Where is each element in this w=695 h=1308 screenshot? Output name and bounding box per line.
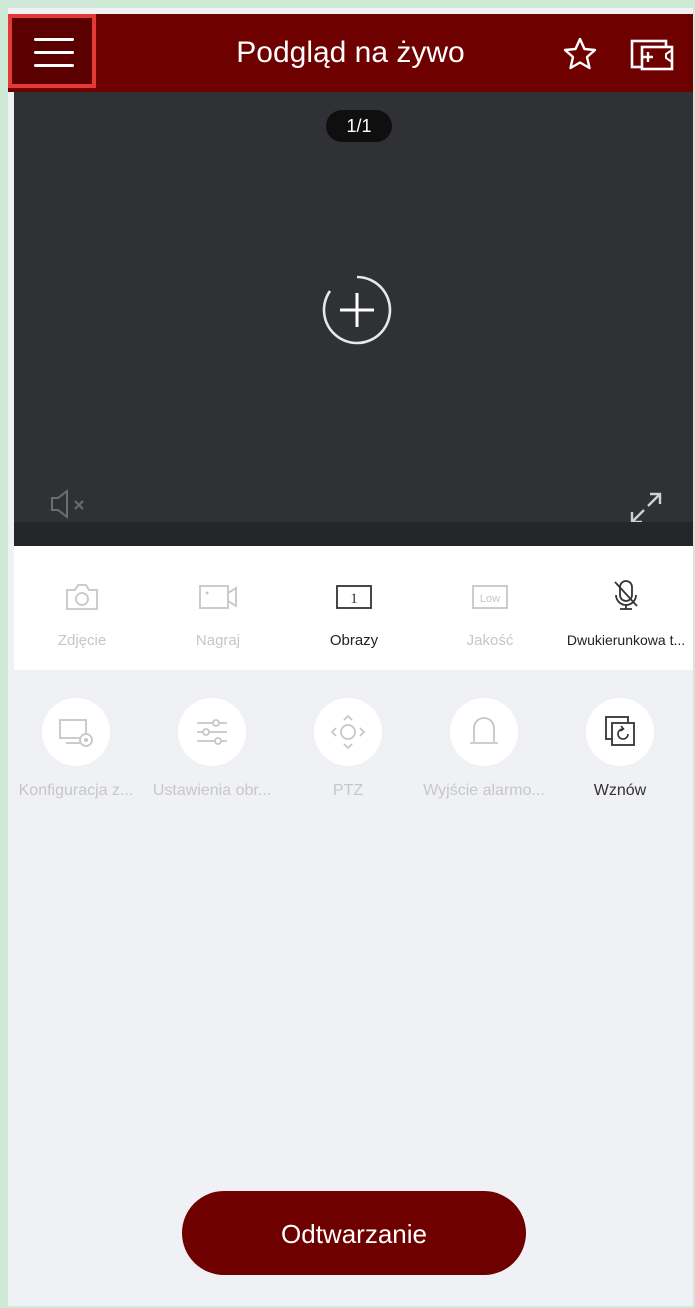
ptz-label: PTZ [332,782,364,799]
ptz-button[interactable]: PTZ [280,698,416,808]
live-video-pane[interactable]: 1/1 [14,92,693,524]
record-button[interactable]: Nagraj [150,546,286,670]
svg-text:1: 1 [350,591,358,607]
video-bottom-bar [14,522,693,546]
page-title: Podgląd na żywo [236,36,465,69]
two-way-talk-button[interactable]: Dwukierunkowa t... [558,546,693,670]
quality-label: Jakość [466,632,514,649]
restore-icon [605,716,635,746]
device-config-button[interactable]: Konfiguracja z... [8,698,144,808]
live-toolbar: Zdjęcie Nagraj 1 Obrazy Low Jakość Dwuki… [14,546,693,670]
screen-split-1-icon: 1 [336,585,372,609]
record-label: Nagraj [195,632,241,649]
sliders-icon [197,719,227,745]
svg-text:Low: Low [480,593,500,605]
image-settings-label: Ustawienia obr... [152,782,272,799]
split-screen-label: Obrazy [329,632,379,649]
device-config-icon [59,719,93,747]
add-device-icon[interactable] [320,273,394,347]
device-config-label: Konfiguracja z... [18,782,134,799]
split-screen-button[interactable]: 1 Obrazy [286,546,422,670]
video-record-icon [199,585,237,609]
page-indicator: 1/1 [326,110,392,142]
top-bar: Podgląd na żywo [8,14,693,92]
playback-button[interactable]: Odtwarzanie [182,1191,526,1275]
star-icon[interactable] [560,34,600,74]
two-way-talk-label: Dwukierunkowa t... [566,632,686,648]
app-screen: Podgląd na żywo 1/1 Zdjęcie Nagraj 1 Obr… [8,8,693,1306]
image-settings-button[interactable]: Ustawienia obr... [144,698,280,808]
ptz-joystick-icon [330,714,366,750]
speaker-muted-icon[interactable] [48,487,92,521]
restore-button[interactable]: Wznów [552,698,688,808]
quality-button[interactable]: Low Jakość [422,546,558,670]
alarm-output-label: Wyjście alarmo... [423,782,545,799]
snapshot-label: Zdjęcie [57,632,107,649]
restore-label: Wznów [593,782,647,799]
microphone-off-icon [614,580,638,610]
snapshot-button[interactable]: Zdjęcie [14,546,150,670]
quality-low-icon: Low [472,585,508,609]
alarm-output-button[interactable]: Wyjście alarmo... [416,698,552,808]
alarm-bell-icon [470,717,498,744]
menu-button[interactable] [8,14,96,88]
add-window-icon[interactable] [626,34,678,74]
camera-icon [66,584,98,610]
